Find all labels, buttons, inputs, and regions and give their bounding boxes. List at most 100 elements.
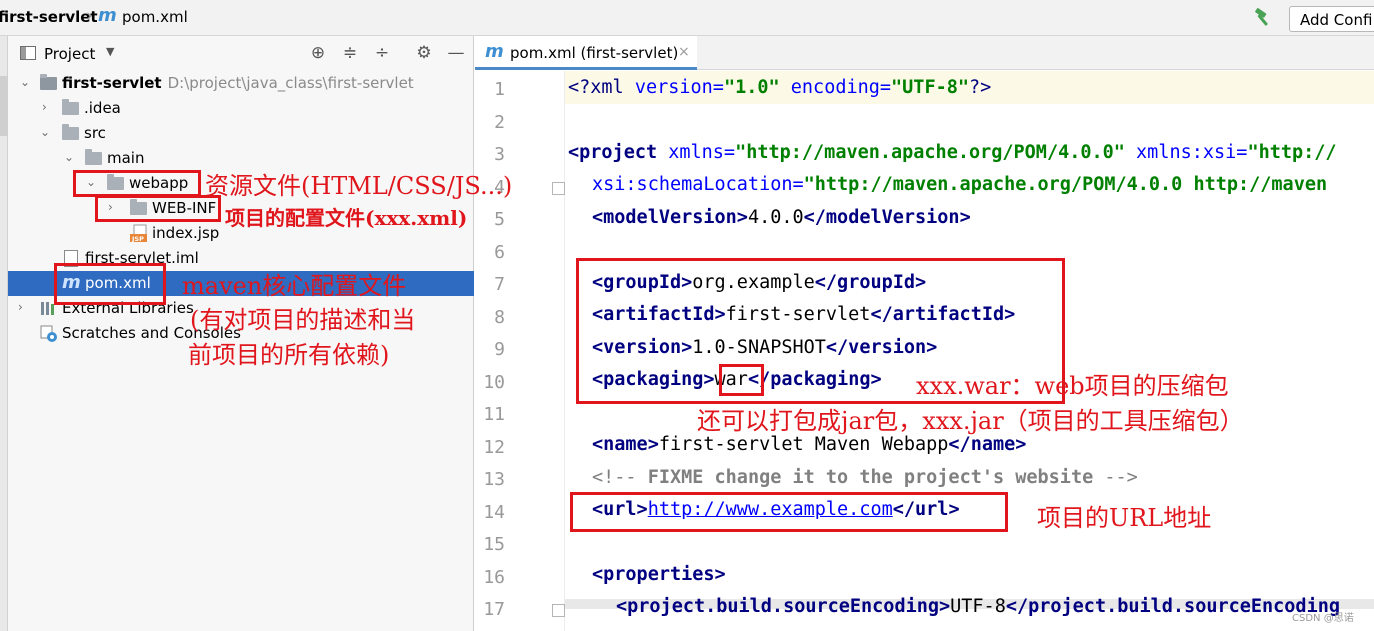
code-token: xsi:schemaLocation= [592,174,804,195]
fold-icon[interactable] [552,182,565,195]
folder-icon [62,124,79,140]
line-number-gutter: 1 2 3 4 5 6 7 8 9 10 11 12 13 14 15 16 1… [475,71,565,631]
code-token: <modelVersion> [592,207,748,228]
line-number: 2 [494,112,505,133]
code-token: "http://maven.apache.org/POM/4.0.0" [735,142,1125,163]
line-number: 15 [483,534,505,555]
code-token: <?xml [568,77,635,98]
line-number: 13 [483,469,505,490]
code-token: FIXME change it to the project's website [647,467,1094,488]
annotation-box-url [570,492,1008,532]
tab-label: pom.xml (first-servlet) [510,44,679,62]
chevron-right-icon[interactable]: › [42,100,47,114]
line-number: 16 [483,567,505,588]
chevron-down-icon[interactable]: ▼ [106,45,114,58]
line-number: 6 [494,242,505,263]
code-token: <project.build.sourceEncoding> [616,596,951,617]
annotation-jar: 还可以打包成jar包，xxx.jar（项目的工具压缩包） [697,407,1244,435]
navigation-bar: first-servlet › m pom.xml Add Confi [0,0,1374,36]
code-token: xmlns= [657,142,736,163]
code-token: encoding= [779,77,892,98]
line-number: 9 [494,339,505,360]
line-number: 3 [494,144,505,165]
code-token: ?> [969,77,992,98]
code-token: </project.build.sourceEncoding [1005,596,1340,617]
close-icon[interactable]: × [678,44,690,60]
line-number: 14 [483,502,505,523]
line-number: 10 [483,372,505,393]
annotation-box-pom [54,263,166,305]
line-number: 1 [494,79,505,100]
scratches-icon [40,325,57,342]
code-token: <properties> [592,564,726,585]
code-line-12[interactable]: <name>first-servlet Maven Webapp</name> [592,434,1026,455]
tree-item-project-root[interactable]: ⌄ first-servlet D:\project\java_class\fir… [8,71,474,96]
code-line-3[interactable]: <project xmlns="http://maven.apache.org/… [568,142,1337,163]
code-token: xmlns:xsi= [1124,142,1248,163]
tree-item-label: .idea [84,99,121,117]
tree-item-src[interactable]: ⌄ src [8,121,474,146]
expand-all-icon[interactable]: ≑ [340,43,360,63]
code-line-5[interactable]: <modelVersion>4.0.0</modelVersion> [592,207,971,228]
line-number: 11 [483,404,505,425]
gear-icon[interactable]: ⚙ [414,43,434,63]
breadcrumb-file[interactable]: pom.xml [122,8,188,26]
annotation-box-web-inf [95,195,221,222]
fold-icon[interactable] [552,604,565,617]
maven-file-icon: m [98,5,117,26]
chevron-down-icon[interactable]: ⌄ [64,150,74,164]
tree-item-label: index.jsp [152,224,220,242]
tab-pom-xml[interactable]: m pom.xml (first-servlet) × [475,36,697,70]
hammer-icon[interactable] [1252,8,1274,28]
code-token: version= [634,77,724,98]
code-line-17[interactable]: <project.build.sourceEncoding>UTF-8</pro… [616,596,1340,617]
project-stripe-button[interactable] [0,76,8,136]
code-line-13[interactable]: <!-- FIXME change it to the project's we… [592,467,1138,488]
code-token: "http://maven.apache.org/POM/4.0.0 http:… [803,174,1328,195]
chevron-down-icon[interactable]: ⌄ [40,125,50,139]
annotation-pom-3: 前项目的所有依赖) [188,341,390,369]
code-token: first-servlet Maven Webapp [658,434,949,455]
annotation-web-inf: 项目的配置文件(xxx.xml) [225,206,468,230]
code-token: --> [1093,467,1138,488]
locate-icon[interactable]: ⊕ [308,43,328,63]
hide-icon[interactable]: — [446,43,466,63]
line-number: 5 [494,209,505,230]
code-line-4[interactable]: xsi:schemaLocation="http://maven.apache.… [592,174,1327,195]
annotation-box-war [719,364,764,396]
project-panel-header: Project ▼ ⊕ ≑ ÷ ⚙ — [8,36,474,70]
folder-icon [85,149,102,165]
tree-item-idea[interactable]: › .idea [8,96,474,121]
line-number: 12 [483,437,505,458]
code-token: "http:// [1247,142,1337,163]
watermark: CSDN @思诺 [1292,613,1354,624]
annotation-box-webapp [73,170,201,197]
code-token: </modelVersion> [803,207,971,228]
annotation-war: xxx.war：web项目的压缩包 [916,372,1229,400]
folder-icon [62,99,79,115]
code-token: </name> [948,434,1027,455]
tree-item-label: src [84,124,106,142]
annotation-pom-2: (有对项目的描述和当 [190,306,416,334]
code-line-1[interactable]: <?xml version="1.0" encoding="UTF-8"?> [568,77,991,98]
editor-tab-bar: m pom.xml (first-servlet) × [475,36,1374,70]
tool-window-stripe [0,36,8,631]
chevron-down-icon[interactable]: ⌄ [20,75,30,89]
tree-item-label: main [107,149,145,167]
code-line-16[interactable]: <properties> [592,564,726,585]
collapse-all-icon[interactable]: ÷ [372,43,392,63]
tree-root-label: first-servlet [62,74,162,92]
code-token: UTF-8 [950,596,1006,617]
code-token: "1.0" [723,77,780,98]
svg-text:JSP: JSP [131,235,144,243]
chevron-right-icon[interactable]: › [18,300,23,314]
project-panel-title[interactable]: Project [44,45,95,63]
jsp-file-icon: JSP [130,224,147,243]
breadcrumb-project[interactable]: first-servlet [0,8,98,26]
add-configuration-button[interactable]: Add Confi [1289,6,1374,32]
line-number: 17 [483,599,505,620]
line-number: 7 [494,274,505,295]
annotation-pom-1: maven核心配置文件 [182,272,407,300]
code-token: 4.0.0 [747,207,804,228]
code-token: "UTF-8" [891,77,969,98]
